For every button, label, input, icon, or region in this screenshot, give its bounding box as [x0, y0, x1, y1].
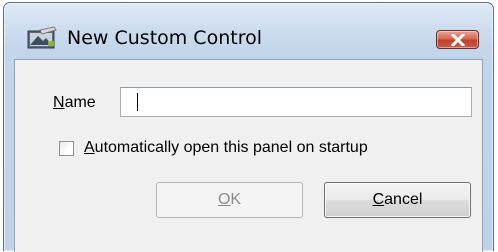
- cancel-label: ancel: [384, 191, 423, 208]
- dialog-window: New Custom Control Name Automatically op…: [3, 2, 494, 252]
- name-label-hotkey: N: [53, 94, 65, 111]
- control-panel-icon: [27, 26, 57, 49]
- cancel-button[interactable]: Cancel: [324, 182, 471, 218]
- auto-open-checkbox-label[interactable]: Automatically open this panel on startup: [84, 139, 368, 157]
- name-label: Name: [53, 94, 96, 112]
- dialog-body: Name Automatically open this panel on st…: [14, 59, 483, 252]
- ok-hotkey: O: [217, 191, 231, 208]
- ok-button[interactable]: OK: [156, 182, 303, 218]
- close-icon: [451, 34, 465, 46]
- ok-label: K: [230, 191, 242, 208]
- name-input[interactable]: [120, 87, 472, 117]
- title-bar[interactable]: New Custom Control: [4, 3, 493, 49]
- name-label-text: ame: [64, 94, 96, 111]
- window-title: New Custom Control: [67, 27, 262, 49]
- checkbox-label-hotkey: A: [84, 139, 95, 156]
- auto-open-checkbox[interactable]: [59, 141, 74, 156]
- checkbox-label-text: utomatically open this panel on startup: [94, 139, 368, 156]
- cancel-hotkey: C: [372, 191, 385, 208]
- text-caret: [137, 93, 138, 111]
- close-button[interactable]: [436, 30, 479, 49]
